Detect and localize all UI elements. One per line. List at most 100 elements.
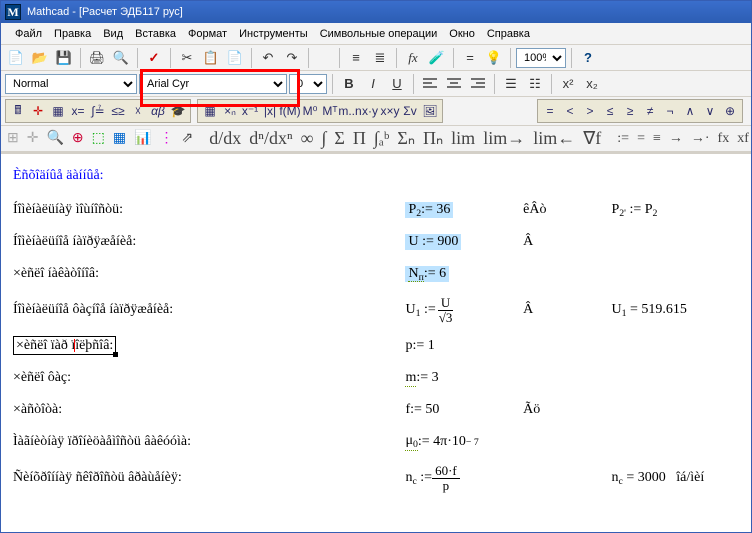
range-icon[interactable]: m..n <box>341 102 359 120</box>
eq-icon[interactable]: = <box>541 102 559 120</box>
int-icon[interactable]: ∫ <box>321 128 326 149</box>
defint-icon[interactable]: ∫ₐᵇ <box>374 128 389 149</box>
sym-icon[interactable]: 🎓 <box>169 102 187 120</box>
align-right-button[interactable] <box>467 73 489 94</box>
inv-icon[interactable]: x⁻¹ <box>241 102 259 120</box>
help-button[interactable]: ? <box>577 47 599 68</box>
bool-icon[interactable]: ≤≥ <box>109 102 127 120</box>
numbers-button[interactable]: ☷ <box>524 73 546 94</box>
menu-help[interactable]: Справка <box>481 28 536 40</box>
units-button[interactable]: 🧪 <box>426 47 448 68</box>
abs-icon[interactable]: |x| <box>261 102 279 120</box>
lim-icon[interactable]: lim <box>451 128 475 149</box>
size-combo[interactable]: 0 <box>289 74 327 94</box>
menu-format[interactable]: Формат <box>182 28 233 40</box>
cross-icon[interactable]: x·y <box>361 102 379 120</box>
undo-button[interactable]: ↶ <box>257 47 279 68</box>
greek-icon[interactable]: αβ <box>149 102 167 120</box>
print-button[interactable]: 🖨 <box>86 47 108 68</box>
prodr-icon[interactable]: Πₙ <box>423 128 443 149</box>
scatter3d-icon[interactable]: ⋮ <box>160 130 174 147</box>
menu-tools[interactable]: Инструменты <box>233 28 314 40</box>
calculator-icon[interactable]: 🖩 <box>9 102 27 120</box>
polar-icon[interactable]: ⊕ <box>72 130 84 147</box>
sumr-icon[interactable]: Σₙ <box>397 128 415 149</box>
xor-icon[interactable]: ⊕ <box>721 102 739 120</box>
copy-button[interactable]: 📋 <box>200 47 222 68</box>
spellcheck-button[interactable]: ✓ <box>143 47 165 68</box>
font-combo[interactable]: Arial Cyr <box>139 74 287 94</box>
limr-icon[interactable]: lim→ <box>483 128 525 149</box>
worksheet[interactable]: Èñõîäíûå äàííûå: Íîìèíàëüíàÿ ìîùíîñòü: P… <box>1 154 751 514</box>
sym-arrow2-icon[interactable]: →· <box>691 131 710 147</box>
align-left-button[interactable] <box>419 73 441 94</box>
plot-trace-icon[interactable]: ✛ <box>27 130 39 147</box>
style-combo[interactable]: Normal <box>5 74 137 94</box>
sub-n[interactable]: ×ₙ <box>221 102 239 120</box>
fx-icon[interactable]: fx <box>718 131 730 147</box>
calc-icon[interactable]: ∫≟ <box>89 102 107 120</box>
align-center-button[interactable] <box>443 73 465 94</box>
italic-button[interactable]: I <box>362 73 384 94</box>
nderiv-icon[interactable]: dⁿ/dxⁿ <box>249 128 292 149</box>
result-icon[interactable]: = <box>637 131 645 147</box>
global-icon[interactable]: ≡ <box>653 131 661 147</box>
and-icon[interactable]: ∧ <box>681 102 699 120</box>
save-button[interactable]: 💾 <box>53 47 75 68</box>
redo-button[interactable]: ↷ <box>281 47 303 68</box>
eval-icon[interactable]: x= <box>69 102 87 120</box>
menu-view[interactable]: Вид <box>97 28 129 40</box>
menu-insert[interactable]: Вставка <box>129 28 182 40</box>
sumv-icon[interactable]: Σv <box>401 102 419 120</box>
new-button[interactable]: 📄 <box>5 47 27 68</box>
surface-icon[interactable]: ⬚ <box>92 130 105 147</box>
paste-button[interactable]: 📄 <box>224 47 246 68</box>
plot-xy-icon[interactable]: ⊞ <box>7 130 19 147</box>
cut-button[interactable]: ✂ <box>176 47 198 68</box>
liml-icon[interactable]: lim← <box>533 128 575 149</box>
ge-icon[interactable]: ≥ <box>621 102 639 120</box>
trans-icon[interactable]: Mᵀ <box>321 102 339 120</box>
vector-icon[interactable]: ⇗ <box>182 130 194 147</box>
underline-button[interactable]: U <box>386 73 408 94</box>
col-icon[interactable]: M⁰ <box>301 102 319 120</box>
lamp-button[interactable]: 💡 <box>483 47 505 68</box>
menu-edit[interactable]: Правка <box>48 28 97 40</box>
subscript-button[interactable]: x₂ <box>581 73 603 94</box>
superscript-button[interactable]: x² <box>557 73 579 94</box>
not-icon[interactable]: ¬ <box>661 102 679 120</box>
align-button[interactable]: ≡ <box>345 47 367 68</box>
pic-icon[interactable]: 🖼 <box>421 102 439 120</box>
bullets-button[interactable]: ☰ <box>500 73 522 94</box>
lt-icon[interactable]: < <box>561 102 579 120</box>
dot-icon[interactable]: x×y <box>381 102 399 120</box>
le-icon[interactable]: ≤ <box>601 102 619 120</box>
mat-icon[interactable]: ▦ <box>201 102 219 120</box>
bold-button[interactable]: B <box>338 73 360 94</box>
ne-icon[interactable]: ≠ <box>641 102 659 120</box>
xf-icon[interactable]: xf <box>737 131 749 147</box>
inf-icon[interactable]: ∞ <box>301 128 314 149</box>
menu-file[interactable]: Файл <box>9 28 48 40</box>
matrix-icon[interactable]: ▦ <box>49 102 67 120</box>
or-icon[interactable]: ∨ <box>701 102 719 120</box>
bar3d-icon[interactable]: 📊 <box>134 130 151 147</box>
menu-window[interactable]: Окно <box>443 28 481 40</box>
preview-button[interactable]: 🔍 <box>110 47 132 68</box>
deriv-icon[interactable]: d/dx <box>209 128 241 149</box>
sym-arrow-icon[interactable]: → <box>669 131 683 147</box>
calc-button[interactable]: = <box>459 47 481 68</box>
prog-icon[interactable]: ☓ <box>129 102 147 120</box>
grad-icon[interactable]: ∇f <box>583 128 601 149</box>
fn-icon[interactable]: f(M) <box>281 102 299 120</box>
menu-symbolic[interactable]: Символьные операции <box>314 28 444 40</box>
sumn-icon[interactable]: Σ <box>334 128 344 149</box>
gt-icon[interactable]: > <box>581 102 599 120</box>
align2-button[interactable]: ≣ <box>369 47 391 68</box>
prod-icon[interactable]: Π <box>353 128 366 149</box>
assign-icon[interactable]: := <box>617 131 629 147</box>
open-button[interactable]: 📂 <box>29 47 51 68</box>
fx-button[interactable]: fx <box>402 47 424 68</box>
zoom-combo[interactable]: 100% <box>516 48 566 68</box>
contour-icon[interactable]: ▦ <box>113 130 126 147</box>
